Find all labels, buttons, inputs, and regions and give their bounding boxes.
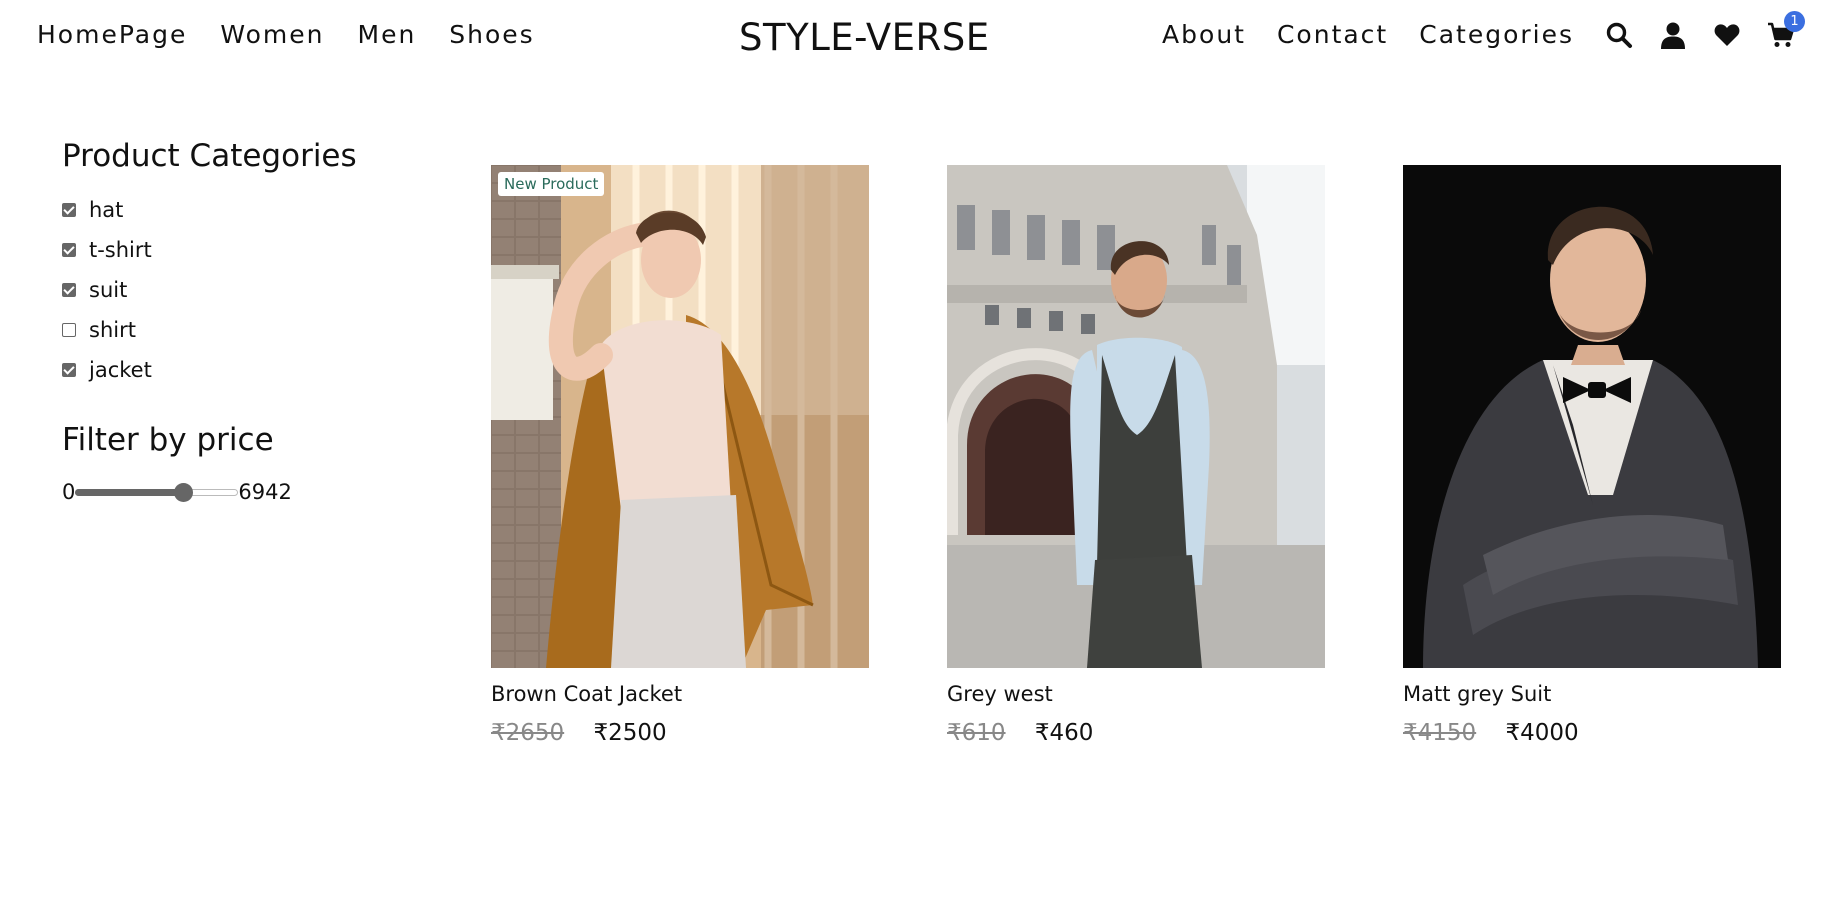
product-card[interactable]: New Product Brown Coat Jacket ₹2650 ₹250… xyxy=(491,165,869,746)
category-checkbox[interactable] xyxy=(62,283,76,297)
product-image-brown-coat[interactable]: New Product xyxy=(491,165,869,668)
product-price: ₹2650 ₹2500 xyxy=(491,720,869,746)
user-icon[interactable] xyxy=(1659,21,1687,49)
price-max-label: 6942 xyxy=(238,480,292,504)
price-filter-heading: Filter by price xyxy=(62,422,274,458)
category-checkbox[interactable] xyxy=(62,323,76,337)
top-navbar: HomePage Women Men Shoes STYLE-VERSE Abo… xyxy=(0,0,1829,78)
category-item-t-shirt[interactable]: t-shirt xyxy=(62,230,442,270)
category-item-jacket[interactable]: jacket xyxy=(62,350,442,390)
sale-price: ₹2500 xyxy=(593,720,667,746)
product-name[interactable]: Grey west xyxy=(947,682,1325,706)
nav-icons: 1 xyxy=(1605,10,1805,49)
category-label: jacket xyxy=(89,358,152,382)
category-item-hat[interactable]: hat xyxy=(62,190,442,230)
categories-heading: Product Categories xyxy=(62,138,357,174)
product-image-grey-west[interactable] xyxy=(947,165,1325,668)
nav-link-homepage[interactable]: HomePage xyxy=(37,20,187,49)
new-product-badge: New Product xyxy=(498,172,605,196)
original-price: ₹610 xyxy=(947,720,1006,746)
category-checkbox[interactable] xyxy=(62,363,76,377)
original-price: ₹2650 xyxy=(491,720,565,746)
product-price: ₹610 ₹460 xyxy=(947,720,1325,746)
category-label: shirt xyxy=(89,318,136,342)
price-range-slider[interactable] xyxy=(75,482,239,502)
category-label: t-shirt xyxy=(89,238,152,262)
search-icon[interactable] xyxy=(1605,21,1633,49)
product-card[interactable]: Grey west ₹610 ₹460 xyxy=(947,165,1325,746)
category-checkbox[interactable] xyxy=(62,203,76,217)
product-name[interactable]: Matt grey Suit xyxy=(1403,682,1781,706)
category-label: suit xyxy=(89,278,128,302)
cart-icon[interactable]: 1 xyxy=(1767,10,1805,49)
nav-link-contact[interactable]: Contact xyxy=(1277,20,1388,49)
price-filter: 0 6942 xyxy=(62,480,442,504)
sale-price: ₹4000 xyxy=(1505,720,1579,746)
original-price: ₹4150 xyxy=(1403,720,1477,746)
slider-thumb[interactable] xyxy=(174,483,194,502)
product-name[interactable]: Brown Coat Jacket xyxy=(491,682,869,706)
nav-left-links: HomePage Women Men Shoes xyxy=(37,20,568,49)
category-item-suit[interactable]: suit xyxy=(62,270,442,310)
nav-link-categories[interactable]: Categories xyxy=(1419,20,1574,49)
product-price: ₹4150 ₹4000 xyxy=(1403,720,1781,746)
heart-icon[interactable] xyxy=(1713,21,1741,49)
product-card[interactable]: Matt grey Suit ₹4150 ₹4000 xyxy=(1403,165,1781,746)
category-item-shirt[interactable]: shirt xyxy=(62,310,442,350)
sale-price: ₹460 xyxy=(1034,720,1094,746)
cart-count-badge: 1 xyxy=(1784,10,1805,32)
brand-logo[interactable]: STYLE-VERSE xyxy=(739,16,990,59)
category-checkbox[interactable] xyxy=(62,243,76,257)
nav-link-men[interactable]: Men xyxy=(358,20,417,49)
price-min-label: 0 xyxy=(62,480,76,504)
filter-sidebar: Product Categories hat t-shirt suit shir… xyxy=(62,138,442,504)
nav-right-links: About Contact Categories 1 xyxy=(1162,10,1829,49)
category-label: hat xyxy=(89,198,124,222)
product-image-matt-grey-suit[interactable] xyxy=(1403,165,1781,668)
slider-fill xyxy=(75,489,184,496)
nav-link-women[interactable]: Women xyxy=(220,20,324,49)
nav-link-about[interactable]: About xyxy=(1162,20,1246,49)
category-list: hat t-shirt suit shirt jacket xyxy=(62,190,442,390)
nav-link-shoes[interactable]: Shoes xyxy=(449,20,534,49)
